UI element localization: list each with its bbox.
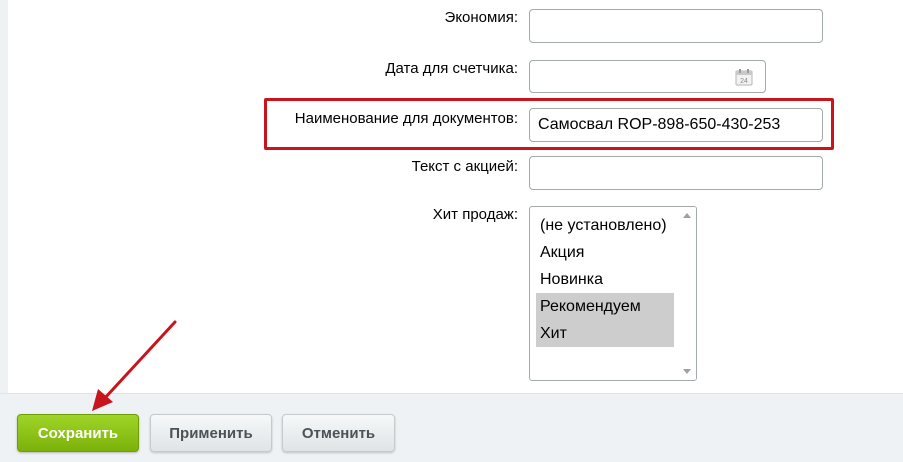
footer-toolbar: Сохранить Применить Отменить	[0, 393, 903, 462]
cancel-button[interactable]: Отменить	[282, 414, 395, 452]
counter-date-input[interactable]: 24	[529, 60, 766, 93]
listbox-scrollbar[interactable]	[679, 207, 696, 380]
economy-input[interactable]	[529, 9, 823, 43]
bestseller-listbox[interactable]: (не установлено) Акция Новинка Рекоменду…	[529, 206, 697, 381]
apply-button[interactable]: Применить	[150, 414, 272, 452]
save-button[interactable]: Сохранить	[17, 414, 139, 452]
counter-date-label: Дата для счетчика:	[385, 60, 518, 77]
doc-name-label: Наименование для документов:	[294, 110, 518, 127]
form-panel	[8, 0, 903, 393]
scroll-up-arrow-icon[interactable]	[683, 213, 691, 218]
promo-text-label: Текст с акцией:	[411, 158, 518, 175]
calendar-icon[interactable]: 24	[735, 68, 753, 86]
listbox-option-new[interactable]: Новинка	[536, 266, 674, 293]
listbox-option-recommended[interactable]: Рекомендуем	[536, 293, 674, 320]
listbox-option-hit[interactable]: Хит	[536, 320, 674, 347]
doc-name-input[interactable]	[529, 108, 823, 142]
bestseller-label: Хит продаж:	[432, 206, 518, 223]
economy-label: Экономия:	[444, 9, 518, 26]
calendar-day-text: 24	[740, 78, 748, 85]
listbox-option-promo[interactable]: Акция	[536, 239, 674, 266]
scroll-down-arrow-icon[interactable]	[683, 369, 691, 374]
listbox-option-none[interactable]: (не установлено)	[536, 212, 674, 239]
promo-text-input[interactable]	[529, 156, 823, 190]
